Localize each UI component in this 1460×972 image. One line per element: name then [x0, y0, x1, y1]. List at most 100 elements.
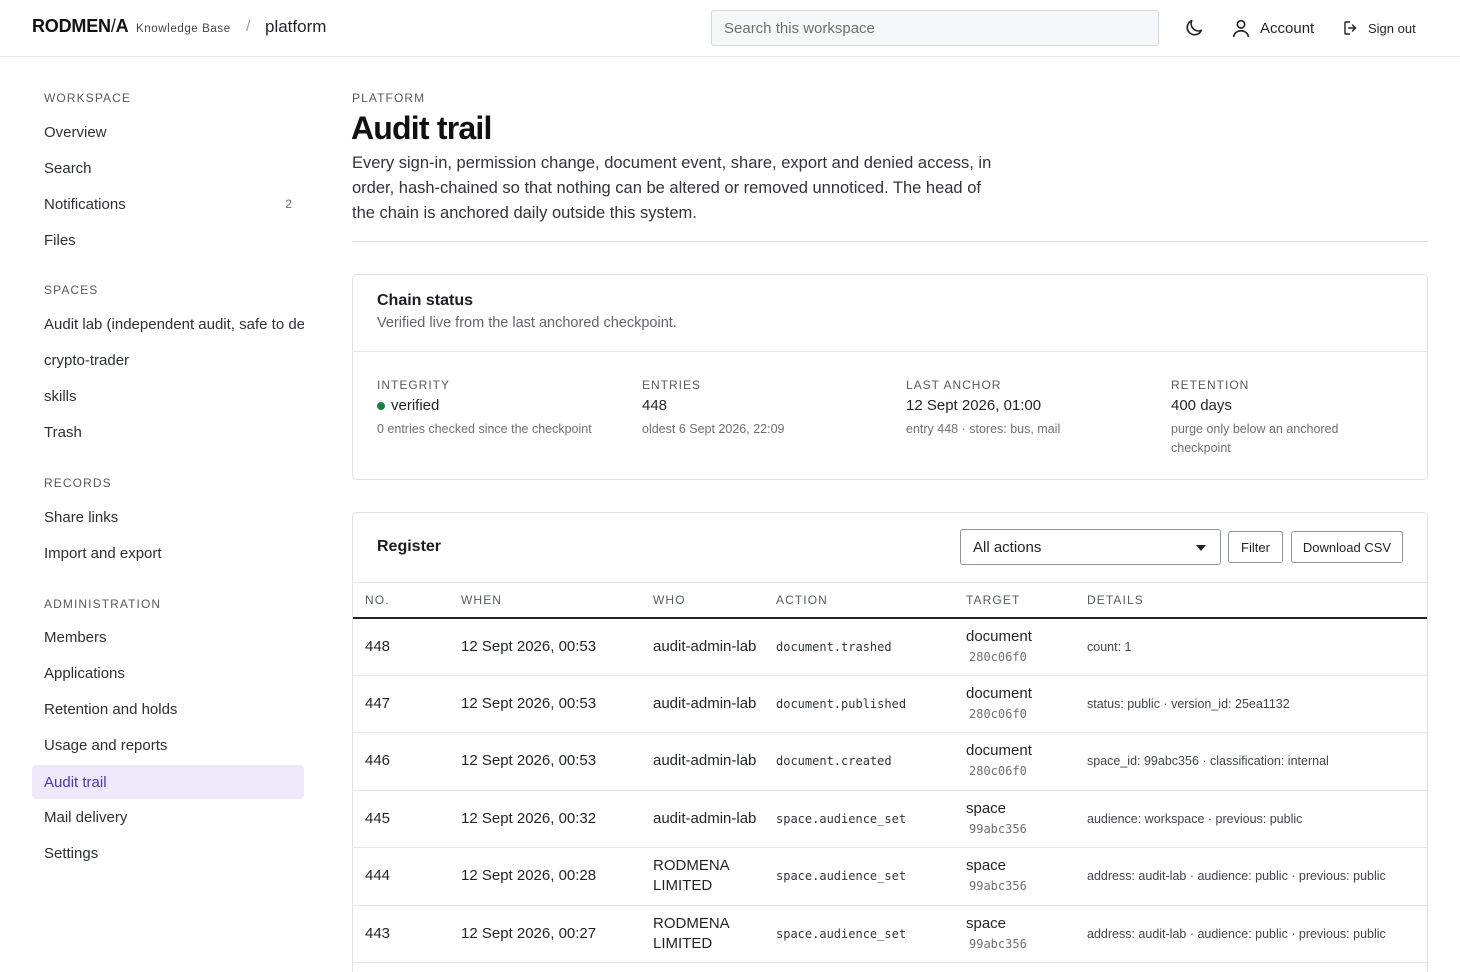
cell-details: space_id: 99abc356 · classification: int…	[1075, 732, 1427, 791]
table-row[interactable]: 447 12 Sept 2026, 00:53 audit-admin-lab …	[353, 675, 1427, 733]
sidebar-item-overview[interactable]: Overview	[32, 115, 304, 149]
column-header-who[interactable]: WHO	[641, 582, 764, 619]
sidebar-item-import-export[interactable]: Import and export	[32, 536, 304, 570]
theme-toggle-button[interactable]	[1183, 17, 1205, 39]
table-row[interactable]: 444 12 Sept 2026, 00:28 RODMENA LIMITED …	[353, 847, 1427, 906]
search-input[interactable]	[712, 11, 1158, 45]
stat-retention: RETENTION 400 days purge only below an a…	[1171, 378, 1371, 458]
target-id[interactable]: 280c06f0	[966, 647, 1075, 667]
cell-target: document 280c06f0	[954, 617, 1075, 676]
column-header-details[interactable]: DETAILS	[1075, 582, 1427, 619]
sidebar-item-crypto-trader[interactable]: crypto-trader	[32, 343, 304, 377]
cell-details: count: 1	[1075, 617, 1427, 676]
cell-when: 12 Sept 2026, 00:53	[449, 617, 641, 676]
sidebar-heading-spaces: SPACES	[44, 283, 99, 297]
sidebar-item-label: Audit lab (independent audit, safe to de	[44, 315, 304, 333]
register-title: Register	[377, 538, 442, 555]
page-eyebrow: PLATFORM	[352, 91, 426, 105]
stat-label: LAST ANCHOR	[906, 378, 1002, 392]
search-box	[711, 10, 1159, 46]
stat-entries: ENTRIES 448 oldest 6 Sept 2026, 22:09	[642, 378, 882, 439]
cell-no: 446	[353, 732, 449, 791]
sidebar-heading-workspace: WORKSPACE	[44, 91, 132, 105]
sidebar-item-audit-trail[interactable]: Audit trail	[32, 765, 304, 799]
sidebar-item-label: Search	[44, 159, 92, 177]
column-header-target[interactable]: TARGET	[954, 582, 1075, 619]
target-id[interactable]: 99abc356	[966, 876, 1075, 896]
sidebar-item-label: Import and export	[44, 544, 162, 562]
sidebar-item-applications[interactable]: Applications	[32, 656, 304, 690]
sidebar-item-share-links[interactable]: Share links	[32, 500, 304, 534]
cell-when: 12 Sept 2026, 00:27	[449, 905, 641, 963]
cell-action: space.audience_set	[764, 905, 954, 963]
sidebar-item-mail-delivery[interactable]: Mail delivery	[32, 800, 304, 834]
cell-action: document.published	[764, 675, 954, 733]
cell-when: 12 Sept 2026, 00:53	[449, 732, 641, 791]
brand-name-end: A	[115, 16, 129, 36]
target-id[interactable]: 280c06f0	[966, 761, 1075, 781]
sidebar-item-trash[interactable]: Trash	[32, 415, 304, 449]
sidebar-item-label: Mail delivery	[44, 808, 128, 826]
cell-when: 12 Sept 2026, 00:53	[449, 675, 641, 733]
cell-no: 447	[353, 675, 449, 733]
stat-note: purge only below an anchored checkpoint	[1171, 422, 1339, 455]
sidebar-item-label: Trash	[44, 423, 82, 441]
sidebar-item-skills[interactable]: skills	[32, 379, 304, 413]
account-label: Account	[1260, 19, 1315, 37]
cell-action: space.audience_set	[764, 790, 954, 848]
integrity-value: verified	[391, 397, 440, 414]
sidebar-item-notifications[interactable]: Notifications 2	[32, 187, 304, 221]
breadcrumb-current[interactable]: platform	[265, 17, 326, 37]
table-row[interactable]: 448 12 Sept 2026, 00:53 audit-admin-lab …	[353, 617, 1427, 676]
table-row[interactable]: 446 12 Sept 2026, 00:53 audit-admin-lab …	[353, 732, 1427, 791]
sidebar-item-label: Share links	[44, 508, 119, 526]
top-bar: RODMEN/A Knowledge Base / platform Accou…	[0, 0, 1460, 57]
sidebar-item-label: Settings	[44, 844, 99, 862]
sidebar-heading-records: RECORDS	[44, 476, 112, 490]
brand-name: RODMEN	[32, 16, 111, 36]
target-type: document	[966, 742, 1032, 760]
account-button[interactable]: Account	[1230, 16, 1314, 40]
select-value: All actions	[973, 538, 1042, 556]
cell-target: space 99abc356	[954, 905, 1075, 963]
filter-button[interactable]: Filter	[1228, 531, 1283, 563]
cell-who: audit-admin-lab	[641, 790, 764, 848]
action-filter-select[interactable]: All actions	[960, 529, 1221, 565]
sidebar-item-files[interactable]: Files	[32, 223, 304, 257]
column-header-no[interactable]: NO.	[353, 582, 449, 619]
target-type: space	[966, 914, 1007, 932]
stat-value: 400 days	[1171, 397, 1232, 414]
stat-note: oldest 6 Sept 2026, 22:09	[642, 422, 785, 436]
sidebar-heading-administration: ADMINISTRATION	[44, 597, 162, 611]
table-row[interactable]: 445 12 Sept 2026, 00:32 audit-admin-lab …	[353, 790, 1427, 848]
download-csv-button[interactable]: Download CSV	[1291, 531, 1403, 563]
sidebar-item-usage-reports[interactable]: Usage and reports	[32, 728, 304, 762]
column-header-action[interactable]: ACTION	[764, 582, 954, 619]
cell-who: audit-admin-lab	[641, 617, 764, 676]
stat-value: verified	[377, 397, 617, 414]
card-title: Chain status	[377, 292, 474, 309]
target-id[interactable]: 99abc356	[966, 934, 1075, 954]
table-row[interactable]: 443 12 Sept 2026, 00:27 RODMENA LIMITED …	[353, 905, 1427, 963]
sidebar-item-label: Files	[44, 231, 76, 249]
sidebar-item-audit-lab[interactable]: Audit lab (independent audit, safe to de	[32, 307, 304, 341]
brand-logo[interactable]: RODMEN/A	[32, 16, 129, 37]
sidebar-item-members[interactable]: Members	[32, 620, 304, 654]
cell-action: document.trashed	[764, 617, 954, 676]
user-icon	[1232, 19, 1250, 38]
target-id[interactable]: 280c06f0	[966, 704, 1075, 724]
target-type: document	[966, 627, 1032, 645]
cell-when: 12 Sept 2026, 00:32	[449, 790, 641, 848]
column-header-when[interactable]: WHEN	[449, 582, 641, 619]
sidebar-item-settings[interactable]: Settings	[32, 836, 304, 870]
sidebar-item-label: Retention and holds	[44, 700, 178, 718]
cell-target: space 99abc356	[954, 847, 1075, 906]
sidebar-item-retention-holds[interactable]: Retention and holds	[32, 692, 304, 726]
sign-out-button[interactable]: Sign out	[1342, 17, 1416, 39]
sidebar-item-label: Applications	[44, 664, 125, 682]
target-id[interactable]: 99abc356	[966, 819, 1075, 839]
stat-label: ENTRIES	[642, 378, 702, 392]
sidebar-item-search[interactable]: Search	[32, 151, 304, 185]
header-divider	[352, 241, 1428, 242]
page-description: Every sign-in, permission change, docume…	[352, 154, 992, 222]
